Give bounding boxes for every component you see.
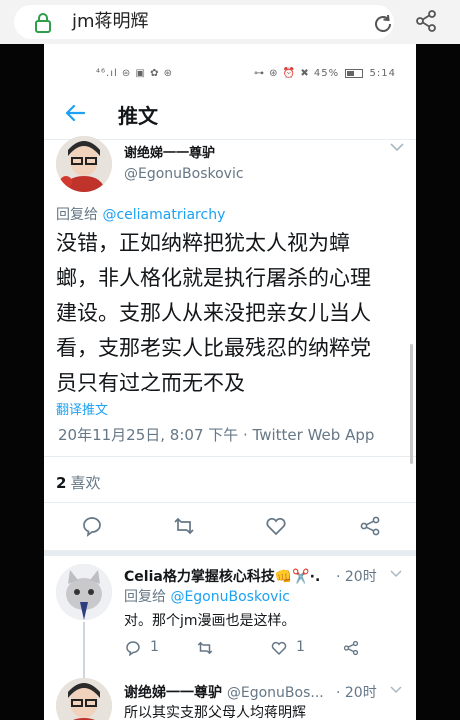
avatar-image — [56, 678, 112, 720]
reload-icon[interactable] — [372, 13, 394, 35]
status-right: ⊶ ⊛ ⏰ ✖ 45% 5:14 — [254, 68, 396, 79]
reply-to-mention[interactable]: @EgonuBoskovic — [170, 589, 290, 605]
page-title: 推文 — [118, 104, 158, 128]
url-text: jm蒋明辉 — [72, 11, 149, 32]
avatar-image — [56, 136, 112, 192]
likes-label: 喜欢 — [70, 474, 101, 492]
tweet-timestamp: 20年11月25日, 8:07 下午 · Twitter Web App — [58, 426, 375, 444]
reply-time: · 20时 — [336, 685, 377, 701]
reply-to-line: 回复给 @EgonuBoskovic — [124, 586, 290, 606]
chevron-down-icon[interactable] — [390, 570, 402, 578]
reply-to-prefix: 回复给 — [56, 207, 103, 223]
tweet-line: 看，支那老实人比最残忍的纳粹党 — [56, 336, 371, 360]
author-handle[interactable]: @EgonuBoskovic — [124, 166, 244, 182]
likes-summary[interactable]: 2 喜欢 — [56, 472, 100, 493]
browser-toolbar: jm蒋明辉 — [0, 0, 460, 44]
reply-text: 所以其实支那父母人均蒋明辉 — [124, 705, 306, 720]
divider — [44, 502, 416, 503]
reply-author-handle: @EgonuBos... — [226, 685, 324, 701]
chevron-down-icon[interactable] — [390, 686, 402, 694]
reply-avatar[interactable] — [56, 564, 112, 620]
battery-icon — [345, 68, 364, 78]
reply-to-prefix: 回复给 — [124, 589, 171, 605]
like-count: 1 — [296, 639, 305, 655]
reply-to-line: 回复给 @celiamatriarchy — [56, 204, 225, 224]
tweet-line: 员只有过之而无不及 — [56, 371, 245, 395]
author-avatar[interactable] — [56, 136, 112, 192]
section-divider — [44, 550, 416, 556]
retweet-icon[interactable] — [196, 639, 214, 657]
reply-time: · 20时 — [336, 569, 377, 585]
thread-line — [83, 622, 85, 682]
retweet-icon[interactable] — [172, 514, 196, 538]
scrollbar[interactable] — [410, 344, 413, 464]
reply-to-mention[interactable]: @celiamatriarchy — [102, 207, 225, 223]
author-name[interactable]: 谢绝娣一一尊驴 — [124, 142, 215, 161]
lock-icon — [35, 13, 51, 33]
reply-author-name: 谢绝娣一一尊驴 — [124, 685, 222, 701]
reply-text: 对。那个jm漫画也是这样。 — [124, 613, 296, 629]
reply-author-name[interactable]: Celia格力掌握核心科技👊✂️·. — [124, 566, 320, 586]
like-heart-icon[interactable] — [264, 514, 288, 538]
status-time: 5:14 — [369, 68, 396, 79]
status-bar: ⁴⁶.ıl ⊜ ▣ ✿ ⊛ ⊶ ⊛ ⏰ ✖ 45% 5:14 — [44, 64, 416, 86]
chevron-down-icon[interactable] — [390, 142, 404, 152]
tweet-line: 没错，正如纳粹把犹太人视为蟑 — [56, 231, 350, 255]
reply-avatar[interactable] — [56, 678, 112, 720]
reply-author-row[interactable]: 谢绝娣一一尊驴 @EgonuBos... — [124, 682, 324, 702]
share-node-icon[interactable] — [358, 514, 382, 538]
status-indicators: ⁴⁶.ıl ⊜ ▣ ✿ ⊛ — [96, 68, 174, 79]
reply-icon[interactable] — [124, 639, 142, 657]
reply-count: 1 — [150, 639, 159, 655]
share-node-icon[interactable] — [342, 639, 360, 657]
right-black-border — [416, 44, 460, 720]
status-icons: ⊶ ⊛ ⏰ ✖ — [253, 68, 310, 79]
like-heart-icon[interactable] — [270, 639, 288, 657]
likes-count: 2 — [56, 474, 67, 492]
cat-avatar-image — [56, 564, 112, 620]
address-bar[interactable]: jm蒋明辉 — [14, 5, 394, 39]
left-black-border — [0, 44, 44, 720]
phone-screen: ⁴⁶.ıl ⊜ ▣ ✿ ⊛ ⊶ ⊛ ⏰ ✖ 45% 5:14 推文 谢绝娣一一尊… — [44, 44, 416, 720]
translate-link[interactable]: 翻译推文 — [56, 399, 108, 418]
tweet-line: 螂，非人格化就是执行屠杀的心理 — [56, 266, 371, 290]
tweet-text: 没错，正如纳粹把犹太人视为蟑 螂，非人格化就是执行屠杀的心理 建设。支那人从来没… — [56, 226, 408, 401]
back-arrow-icon[interactable] — [64, 102, 86, 124]
share-icon[interactable] — [414, 9, 438, 33]
divider — [44, 456, 416, 457]
battery-percent: 45% — [313, 68, 340, 79]
app-header: 推文 — [44, 88, 416, 140]
reply-icon[interactable] — [80, 514, 104, 538]
tweet-line: 建设。支那人从来没把亲女儿当人 — [56, 301, 371, 325]
